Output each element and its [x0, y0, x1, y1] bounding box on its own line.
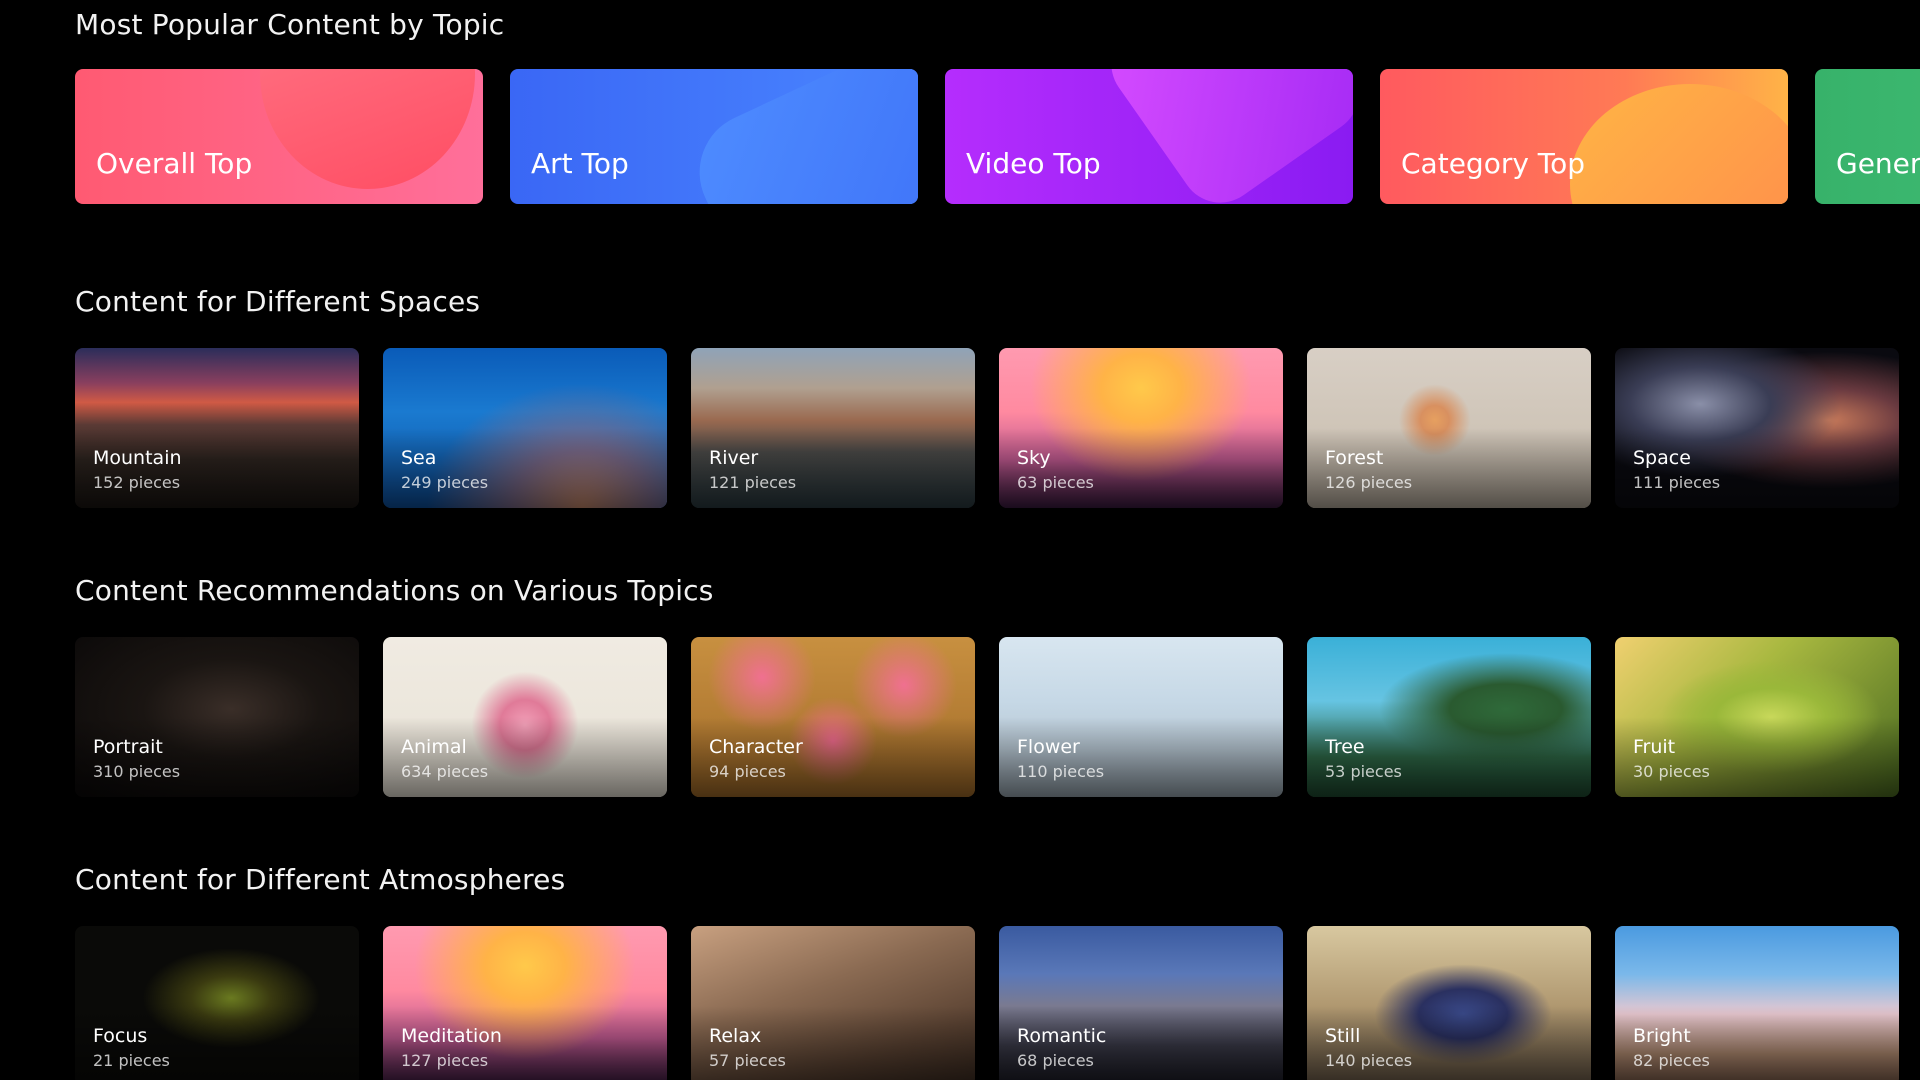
tile-name: Tree — [1325, 736, 1365, 758]
tile-count: 63 pieces — [1017, 473, 1094, 492]
topic-card-label: Category Top — [1401, 147, 1586, 180]
section-title-popular: Most Popular Content by Topic — [75, 8, 505, 41]
tile-name: Meditation — [401, 1025, 502, 1047]
tile-name: Portrait — [93, 736, 163, 758]
spaces-tile-row: Mountain 152 pieces Sea 249 pieces River… — [75, 348, 1920, 508]
tile-name: Character — [709, 736, 803, 758]
topic-card-general[interactable]: Genera — [1815, 69, 1920, 204]
section-title-spaces: Content for Different Spaces — [75, 285, 481, 318]
tile-name: Sea — [401, 447, 437, 469]
topic-card-video-top[interactable]: Video Top — [945, 69, 1353, 204]
section-title-atmospheres: Content for Different Atmospheres — [75, 863, 566, 896]
topic-card-label: Overall Top — [96, 147, 253, 180]
decorative-blob-shape — [679, 69, 918, 204]
content-browser-page: Most Popular Content by Topic Overall To… — [0, 0, 1920, 1080]
topic-card-overall-top[interactable]: Overall Top — [75, 69, 483, 204]
topic-card-category-top[interactable]: Category Top — [1380, 69, 1788, 204]
tile-tree[interactable]: Tree 53 pieces — [1307, 637, 1591, 797]
topic-card-label: Video Top — [966, 147, 1101, 180]
tile-count: 94 pieces — [709, 762, 786, 781]
tile-mountain[interactable]: Mountain 152 pieces — [75, 348, 359, 508]
tile-name: Space — [1633, 447, 1691, 469]
decorative-blob-shape — [1095, 69, 1353, 204]
tile-sea[interactable]: Sea 249 pieces — [383, 348, 667, 508]
section-title-topics: Content Recommendations on Various Topic… — [75, 574, 714, 607]
tile-name: Flower — [1017, 736, 1080, 758]
topic-card-art-top[interactable]: Art Top — [510, 69, 918, 204]
tile-name: Focus — [93, 1025, 148, 1047]
tile-name: River — [709, 447, 759, 469]
tile-name: Relax — [709, 1025, 762, 1047]
topics-tile-row: Portrait 310 pieces Animal 634 pieces Ch… — [75, 637, 1920, 797]
tile-name: Forest — [1325, 447, 1384, 469]
tile-forest[interactable]: Forest 126 pieces — [1307, 348, 1591, 508]
topic-card-label: Art Top — [531, 147, 629, 180]
decorative-circle-shape — [260, 69, 475, 189]
tile-count: 82 pieces — [1633, 1051, 1710, 1070]
tile-character[interactable]: Character 94 pieces — [691, 637, 975, 797]
tile-name: Romantic — [1017, 1025, 1107, 1047]
tile-portrait[interactable]: Portrait 310 pieces — [75, 637, 359, 797]
atmospheres-tile-row: Focus 21 pieces Meditation 127 pieces Re… — [75, 926, 1920, 1080]
tile-still[interactable]: Still 140 pieces — [1307, 926, 1591, 1080]
tile-count: 57 pieces — [709, 1051, 786, 1070]
tile-count: 140 pieces — [1325, 1051, 1413, 1070]
tile-count: 53 pieces — [1325, 762, 1402, 781]
tile-bright[interactable]: Bright 82 pieces — [1615, 926, 1899, 1080]
tile-count: 111 pieces — [1633, 473, 1721, 492]
tile-river[interactable]: River 121 pieces — [691, 348, 975, 508]
tile-name: Bright — [1633, 1025, 1691, 1047]
tile-count: 21 pieces — [93, 1051, 170, 1070]
tile-romantic[interactable]: Romantic 68 pieces — [999, 926, 1283, 1080]
tile-animal[interactable]: Animal 634 pieces — [383, 637, 667, 797]
tile-count: 30 pieces — [1633, 762, 1710, 781]
tile-count: 152 pieces — [93, 473, 181, 492]
tile-name: Animal — [401, 736, 467, 758]
tile-count: 121 pieces — [709, 473, 797, 492]
tile-name: Sky — [1017, 447, 1051, 469]
tile-count: 126 pieces — [1325, 473, 1413, 492]
tile-focus[interactable]: Focus 21 pieces — [75, 926, 359, 1080]
tile-relax[interactable]: Relax 57 pieces — [691, 926, 975, 1080]
tile-name: Still — [1325, 1025, 1361, 1047]
tile-count: 310 pieces — [93, 762, 181, 781]
tile-count: 110 pieces — [1017, 762, 1105, 781]
tile-count: 127 pieces — [401, 1051, 489, 1070]
tile-space[interactable]: Space 111 pieces — [1615, 348, 1899, 508]
tile-flower[interactable]: Flower 110 pieces — [999, 637, 1283, 797]
tile-meditation[interactable]: Meditation 127 pieces — [383, 926, 667, 1080]
popular-topic-row: Overall Top Art Top Video Top Category T… — [75, 69, 1920, 204]
tile-count: 249 pieces — [401, 473, 489, 492]
tile-name: Mountain — [93, 447, 182, 469]
tile-name: Fruit — [1633, 736, 1676, 758]
tile-sky[interactable]: Sky 63 pieces — [999, 348, 1283, 508]
decorative-circle-shape — [1570, 84, 1788, 204]
topic-card-label: Genera — [1836, 147, 1920, 180]
tile-count: 634 pieces — [401, 762, 489, 781]
tile-fruit[interactable]: Fruit 30 pieces — [1615, 637, 1899, 797]
tile-count: 68 pieces — [1017, 1051, 1094, 1070]
